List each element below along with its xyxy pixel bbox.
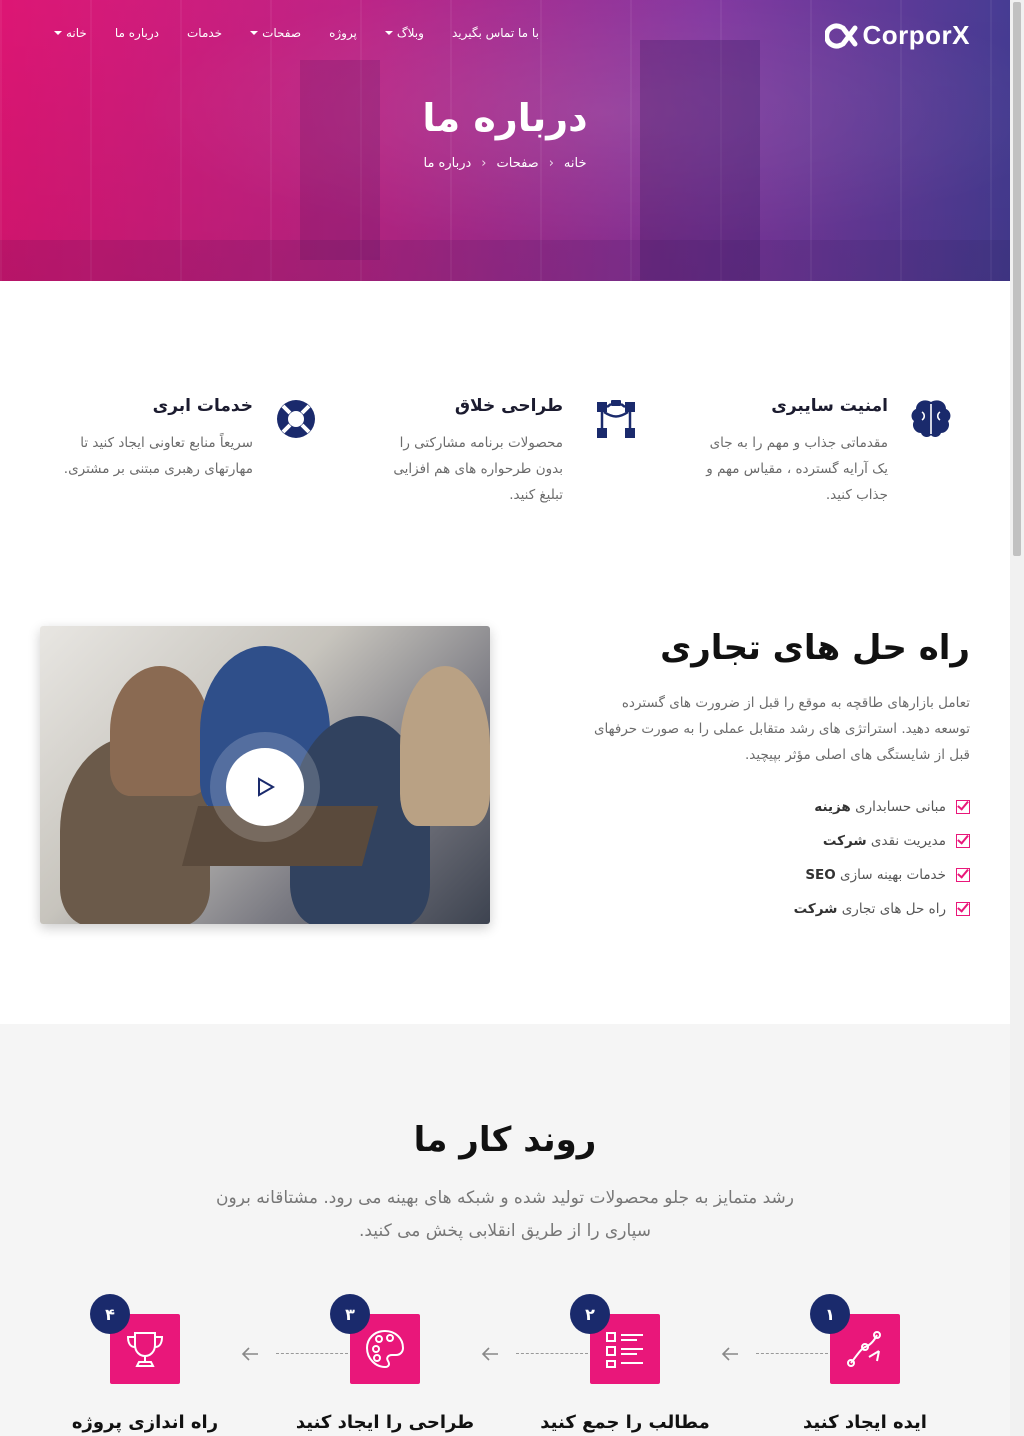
video-thumbnail[interactable] [40,626,490,924]
process-title: روند کار ما [413,1120,597,1160]
process-step-3: ۳ [330,1294,420,1384]
step-number: ۳ [330,1294,370,1334]
step-title: مطالب را جمع کنید [540,1412,710,1433]
chevron-left-icon: ‹ [548,156,554,171]
business-title: راه حل های تجاری [660,628,970,668]
list-item: مبانی حسابداری هزینه [590,790,970,824]
arrow-left-icon [721,1347,738,1361]
play-button[interactable] [226,748,304,826]
page: CorporX خانه درباره ما خدمات صفحات پروژه… [0,0,1010,1436]
main-nav: خانه درباره ما خدمات صفحات پروژه وبلاگ ب… [40,26,553,40]
nav-project[interactable]: پروژه [315,26,371,40]
trophy-icon [126,1332,164,1367]
feature-title: طراحی خلاق [454,396,563,416]
feature-text: مقدماتی جذاب و مهم را به جای یک آرایه گس… [706,435,888,503]
breadcrumb-pages[interactable]: صفحات [497,156,539,171]
step-title: راه اندازی پروژه [71,1412,219,1433]
chevron-down-icon [384,31,393,35]
feature-title: خدمات ابری [152,396,253,416]
feature-text: محصولات برنامه مشارکتی را بدون طرحواره ه… [393,435,563,503]
feature-cloud-services: خدمات ابری سریعاً منابع تعاونی ایجاد کنی… [53,396,315,482]
logo-icon [824,23,857,48]
process-step-1: ۱ [810,1294,900,1384]
hero-banner: CorporX خانه درباره ما خدمات صفحات پروژه… [0,0,1010,281]
list-item: راه حل های تجاری شرکت [590,892,970,926]
scrollbar-thumb[interactable] [1013,2,1021,556]
palette-icon [365,1329,405,1369]
process-text: رشد متمایز به جلو محصولات تولید شده و شب… [216,1188,794,1241]
breadcrumb-home[interactable]: خانه [564,156,587,171]
nav-home[interactable]: خانه [40,26,101,40]
checkbox-icon [956,902,970,916]
logo[interactable]: CorporX [824,20,971,51]
scrollbar[interactable] [1010,0,1024,1436]
business-solutions: راه حل های تجاری تعامل بازارهای طاقچه به… [590,628,970,926]
feature-cyber-security: امنیت سایبری مقدماتی جذاب و مهم را به جا… [698,396,951,508]
checkbox-icon [956,868,970,882]
chevron-down-icon [250,31,259,35]
list-item: خدمات بهینه سازی SEO [590,858,970,892]
arrow-left-icon [481,1347,498,1361]
brain-icon [911,400,951,438]
logo-text: CorporX [862,20,970,50]
business-text: تعامل بازارهای طاقچه به موقع را قبل از ض… [593,695,970,763]
checkbox-icon [956,834,970,848]
list-item: مدیریت نقدی شرکت [590,824,970,858]
nav-blog[interactable]: وبلاگ [371,26,438,40]
nav-pages[interactable]: صفحات [236,26,315,40]
feature-text: سریعاً منابع تعاونی ایجاد کنید تا مهارته… [63,435,253,477]
step-title: ایده ایجاد کنید [803,1412,927,1433]
arrow-left-icon [241,1347,258,1361]
nodes-icon [597,400,635,438]
nav-services[interactable]: خدمات [173,26,236,40]
feature-creative-design: طراحی خلاق محصولات برنامه مشارکتی را بدو… [383,396,635,508]
breadcrumb-current: درباره ما [423,156,472,171]
play-icon [258,777,276,797]
page-title: درباره ما [422,96,588,140]
business-list: مبانی حسابداری هزینه مدیریت نقدی شرکت خد… [590,790,970,926]
chevron-left-icon: ‹ [481,156,487,171]
nav-contact[interactable]: با ما تماس بگیرید [438,26,553,40]
work-process: روند کار ما رشد متمایز به جلو محصولات تو… [0,1024,1010,1436]
list-icon [606,1332,643,1368]
step-title: طراحی را ایجاد کنید [295,1412,475,1433]
process-step-4: ۴ [90,1294,180,1384]
step-number: ۱ [810,1294,850,1334]
process-step-2: ۲ [570,1294,660,1384]
breadcrumb: خانه ‹ صفحات ‹ درباره ما [0,156,1010,171]
step-number: ۴ [90,1294,130,1334]
feature-title: امنیت سایبری [771,396,888,416]
step-number: ۲ [570,1294,610,1334]
vector-pen-icon [847,1331,881,1367]
checkbox-icon [956,800,970,814]
chevron-down-icon [54,31,62,35]
nav-about[interactable]: درباره ما [101,26,173,40]
lifebuoy-icon [277,400,315,438]
